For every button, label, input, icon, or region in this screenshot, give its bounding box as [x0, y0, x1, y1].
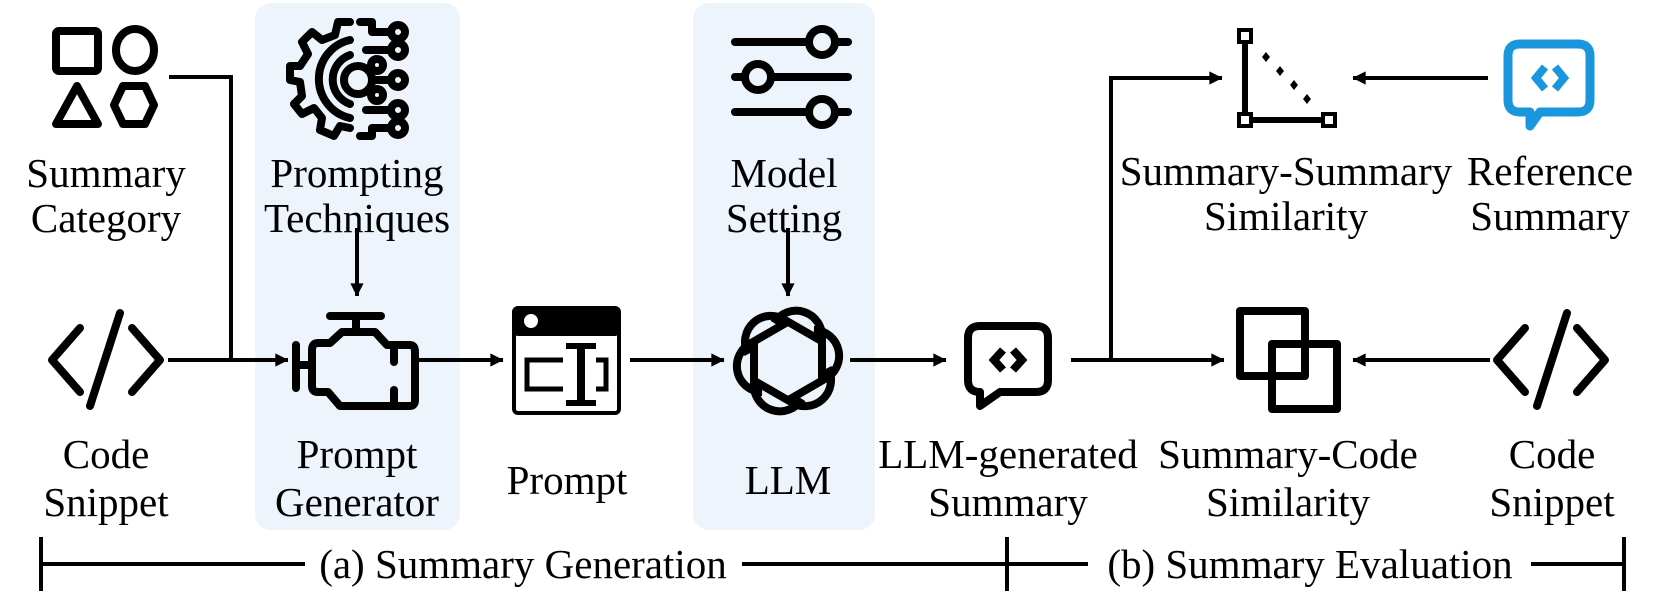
phase-generation-label: (a) Summary Generation — [319, 541, 727, 587]
summary-summary-similarity-label: Similarity — [1204, 193, 1369, 239]
pipeline-diagram: Summary Category Prompting Techniques Mo… — [26, 3, 1633, 591]
reference-summary-label: Reference — [1467, 148, 1633, 194]
summary-summary-similarity-label: Summary-Summary — [1120, 148, 1453, 194]
prompt-generator-label: Prompt — [297, 431, 418, 477]
overlap-squares-icon — [1236, 307, 1341, 413]
model-setting-label: Setting — [726, 195, 842, 241]
summary-category-label: Summary — [26, 150, 186, 196]
reference-chat-icon — [1503, 39, 1595, 131]
shapes-icon — [52, 25, 158, 128]
prompting-techniques-label: Prompting — [270, 150, 443, 196]
model-setting-label: Model — [730, 150, 837, 196]
llm-label: LLM — [745, 457, 832, 503]
llm-generated-summary-label: LLM-generated — [878, 431, 1138, 477]
code-icon — [48, 309, 164, 410]
code-snippet-label: Snippet — [43, 479, 169, 525]
code-snippet-label: Code — [1509, 431, 1596, 477]
prompt-window-icon — [512, 306, 621, 415]
chat-code-icon — [964, 322, 1052, 410]
llm-panel — [693, 3, 875, 530]
triangle-distance-icon — [1237, 28, 1337, 128]
phase-evaluation-label: (b) Summary Evaluation — [1107, 541, 1512, 587]
summary-code-similarity-label: Similarity — [1206, 479, 1371, 525]
prompt-generator-label: Generator — [275, 479, 439, 525]
reference-summary-label: Summary — [1470, 193, 1630, 239]
prompting-techniques-label: Techniques — [264, 195, 450, 241]
code-icon — [1493, 309, 1609, 410]
prompt-label: Prompt — [507, 457, 628, 503]
code-snippet-label: Code — [63, 431, 150, 477]
llm-generated-summary-label: Summary — [928, 479, 1088, 525]
summary-category-label: Category — [31, 195, 182, 241]
summary-code-similarity-label: Summary-Code — [1158, 431, 1418, 477]
code-snippet-label: Snippet — [1489, 479, 1615, 525]
